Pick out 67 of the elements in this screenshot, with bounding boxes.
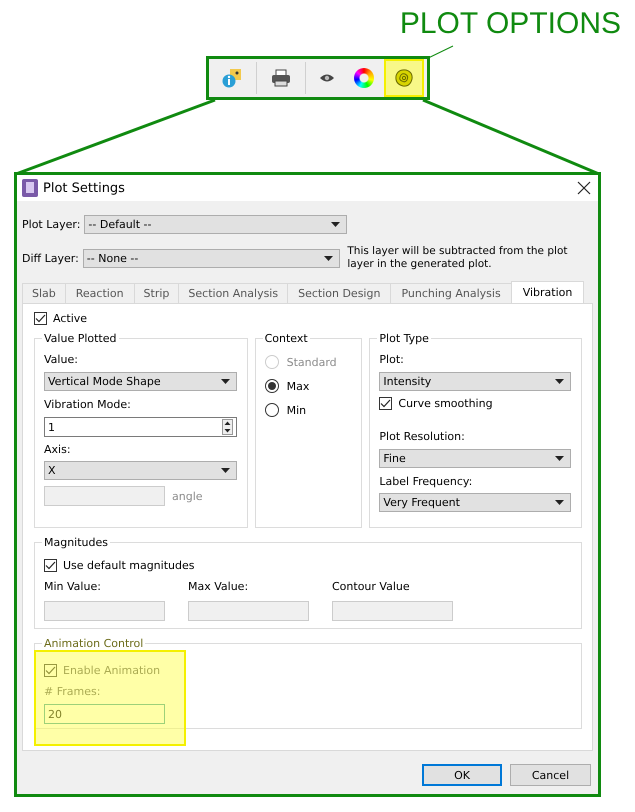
checkbox[interactable] — [44, 664, 57, 677]
angle-field[interactable] — [44, 486, 165, 506]
diff-layer-dropdown[interactable]: -- None -- — [82, 248, 340, 268]
checkbox[interactable] — [34, 312, 47, 325]
dropdown-arrow-icon — [331, 222, 340, 227]
plot-dropdown[interactable]: Intensity — [379, 372, 572, 391]
info-map-icon — [220, 67, 242, 89]
axis-dropdown[interactable]: X — [44, 461, 237, 480]
resolution-dropdown[interactable]: Fine — [379, 449, 572, 468]
field-label: Diff Layer: — [22, 252, 79, 264]
spin-field[interactable]: 1 — [44, 417, 237, 437]
contour-icon — [392, 67, 414, 89]
hint-text: This layer will be subtracted from the plot layer in the generated plot. — [347, 245, 568, 271]
field-label: Contour Value — [332, 580, 411, 593]
value-field[interactable] — [188, 601, 309, 621]
eye-icon — [318, 73, 334, 83]
checkbox-label: Active — [53, 312, 88, 325]
frames-field[interactable]: 20 — [44, 704, 165, 724]
close-button[interactable] — [576, 180, 592, 196]
field-label: Axis: — [44, 443, 72, 456]
window-title: Plot Settings — [43, 180, 126, 196]
radio-label: Max — [286, 380, 310, 392]
checkbox[interactable] — [44, 559, 57, 572]
dropdown-arrow-icon — [555, 456, 564, 461]
checkbox[interactable] — [379, 397, 392, 410]
group-title: Animation Control — [43, 637, 144, 650]
value-dropdown[interactable]: Vertical Mode Shape — [44, 372, 237, 391]
field-label: Label Frequency: — [379, 475, 474, 488]
dialog-button[interactable]: OK — [422, 764, 502, 786]
field-label: Max Value: — [188, 580, 250, 593]
printer-icon — [270, 69, 290, 87]
color-wheel-icon — [354, 68, 374, 88]
checkbox-label: Enable Animation — [63, 664, 160, 677]
field-label: Min Value: — [44, 580, 102, 593]
field-label: angle — [172, 490, 203, 502]
checkbox-label: Use default magnitudes — [63, 559, 194, 572]
spinner-arrows-icon — [222, 419, 233, 435]
field-label: Plot Resolution: — [379, 430, 466, 443]
value-field[interactable] — [332, 601, 453, 621]
label-frequency-dropdown[interactable]: Very Frequent — [379, 493, 572, 512]
field-label: Plot: — [379, 353, 405, 366]
radio-button[interactable] — [264, 379, 279, 393]
dropdown-arrow-icon — [324, 256, 334, 260]
tab[interactable]: Slab — [22, 283, 66, 303]
value-field[interactable] — [44, 601, 165, 621]
app-icon — [22, 179, 38, 197]
dialog-button[interactable]: Cancel — [510, 764, 591, 786]
dropdown-arrow-icon — [555, 379, 564, 384]
radio-label: Min — [286, 404, 306, 416]
radio-label: Standard — [286, 356, 337, 368]
tab[interactable]: Vibration — [510, 281, 584, 303]
toolbar-button[interactable] — [384, 59, 424, 97]
checkbox-label: Curve smoothing — [398, 397, 493, 410]
field-label: Value: — [44, 353, 79, 366]
group-title: Value Plotted — [43, 332, 118, 345]
dropdown-arrow-icon — [221, 379, 230, 384]
group-title: Context — [264, 332, 309, 345]
radio-button[interactable] — [264, 403, 279, 417]
field-label: # Frames: — [44, 685, 102, 698]
dropdown-arrow-icon — [221, 468, 230, 473]
field-label: Vibration Mode: — [44, 398, 132, 411]
callout-label: PLOT OPTIONS — [400, 6, 621, 42]
plot-layer-dropdown[interactable]: -- Default -- — [84, 215, 348, 234]
group-title: Plot Type — [378, 332, 430, 345]
group-title: Magnitudes — [43, 536, 110, 549]
dropdown-arrow-icon — [555, 500, 564, 505]
field-label: Plot Layer: — [22, 218, 80, 231]
